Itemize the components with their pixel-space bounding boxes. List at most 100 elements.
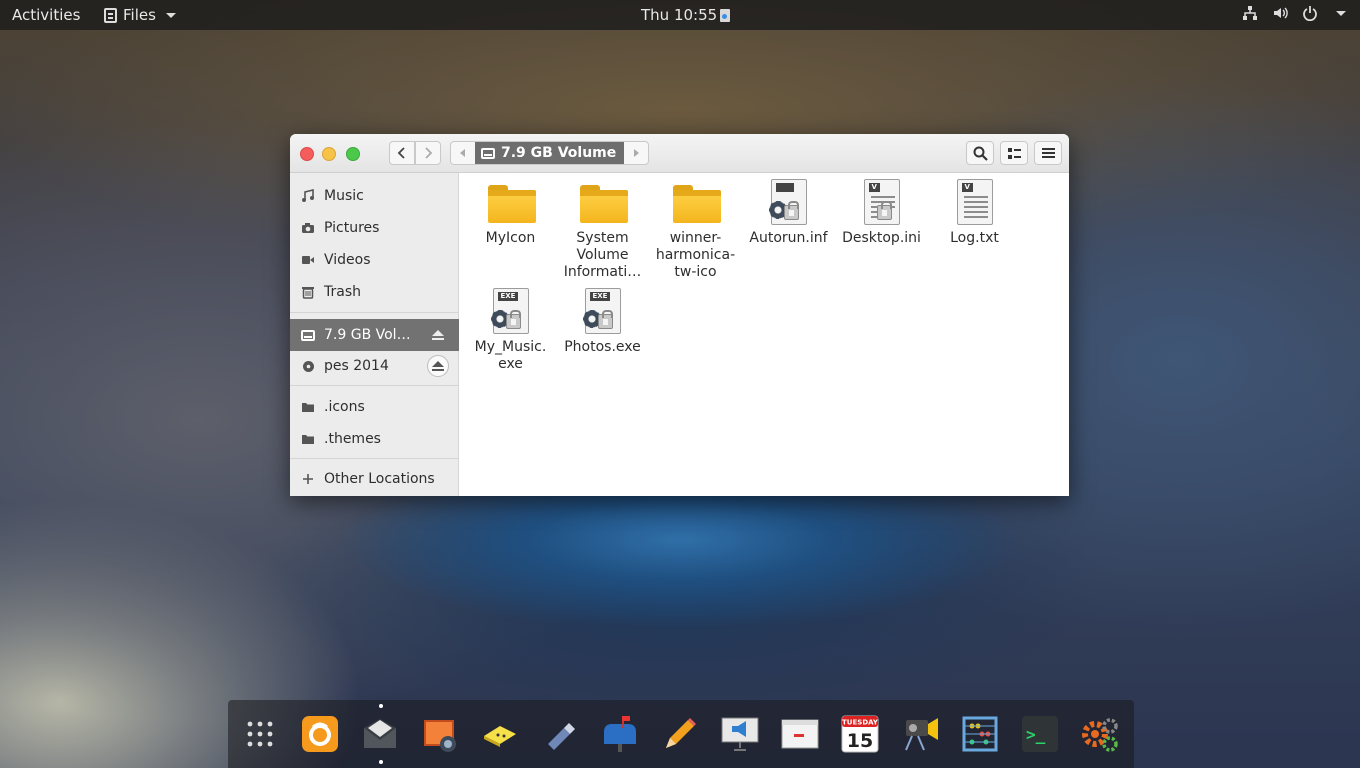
sidebar-item-pictures[interactable]: Pictures	[290, 212, 459, 244]
drive-icon	[481, 147, 495, 159]
chevron-down-icon	[165, 12, 176, 18]
path-segment-current[interactable]: 7.9 GB Volume	[475, 142, 625, 164]
firefox-icon[interactable]	[300, 714, 340, 754]
clock-label: Thu 10:55	[641, 6, 718, 24]
forward-button[interactable]	[415, 141, 441, 165]
sidebar-divider	[290, 312, 459, 313]
sidebar-divider	[290, 458, 459, 459]
sidebar-item-label: .icons	[324, 399, 365, 415]
search-button[interactable]	[966, 141, 994, 165]
sidebar-item-themes[interactable]: .themes	[290, 423, 459, 455]
executable-file-icon: EXE	[577, 288, 629, 336]
sticky-notes-icon[interactable]	[480, 714, 520, 754]
sidebar-divider	[290, 385, 459, 386]
sidebar-item-videos[interactable]: Videos	[290, 244, 459, 276]
trash-icon	[301, 285, 315, 299]
lock-icon	[876, 201, 892, 220]
video-editor-icon[interactable]	[900, 714, 940, 754]
hamburger-icon	[1041, 148, 1055, 158]
file-badge: EXE	[589, 292, 611, 301]
activities-button[interactable]: Activities	[12, 6, 80, 24]
triangle-left-icon	[460, 149, 465, 157]
presentation-icon[interactable]	[720, 714, 760, 754]
sidebar-item-icons[interactable]: .icons	[290, 391, 459, 423]
lock-icon	[505, 310, 521, 329]
back-button[interactable]	[389, 141, 415, 165]
notification-icon	[720, 8, 731, 22]
maximize-window-button[interactable]	[346, 147, 360, 161]
path-scroll-left-button[interactable]	[451, 142, 475, 164]
sidebar-item-label: Music	[324, 188, 364, 204]
dock: TUESDAY 15 >_	[228, 700, 1134, 768]
file-item-system-volume-information[interactable]: System Volume Informati…	[556, 179, 649, 281]
sidebar-item-music[interactable]: Music	[290, 180, 459, 212]
close-window-button[interactable]	[300, 147, 314, 161]
file-name: Desktop.ini	[842, 230, 921, 246]
eject-button[interactable]	[427, 324, 449, 346]
file-badge: V	[868, 183, 880, 192]
path-bar: 7.9 GB Volume	[450, 141, 650, 165]
view-options-button[interactable]	[1000, 141, 1028, 165]
sidebar-item-other-locations[interactable]: Other Locations	[290, 463, 459, 495]
app-menu[interactable]: Files	[104, 6, 176, 24]
eject-icon	[432, 329, 444, 340]
sidebar-item-label: 7.9 GB Vol…	[324, 327, 411, 343]
text-file-icon: V	[949, 179, 1001, 227]
file-name: Log.txt	[950, 230, 999, 246]
image-viewer-icon[interactable]	[420, 714, 460, 754]
file-item-photos-exe[interactable]: EXE Photos.exe	[556, 288, 649, 356]
folder-icon	[577, 179, 629, 227]
path-scroll-right-button[interactable]	[624, 142, 648, 164]
file-item-log-txt[interactable]: V Log.txt	[928, 179, 1021, 247]
file-grid: MyIcon System Volume Informati… winner- …	[460, 173, 1069, 496]
list-view-icon	[1007, 147, 1021, 159]
search-icon	[973, 146, 988, 161]
file-manager-window: 7.9 GB Volume Music Pictures Videos Tras…	[290, 134, 1069, 496]
sidebar-item-trash[interactable]: Trash	[290, 276, 459, 308]
eject-icon	[432, 360, 444, 371]
app-menu-label: Files	[123, 6, 156, 24]
sidebar: Music Pictures Videos Trash 7.9 GB Vol…	[290, 173, 459, 496]
sidebar-item-volume[interactable]: 7.9 GB Vol…	[290, 319, 459, 351]
camera-icon	[301, 221, 315, 235]
sidebar-item-label: Pictures	[324, 220, 380, 236]
text-file-icon: V	[856, 179, 908, 227]
file-item-winner-harmonica-tw-ico[interactable]: winner- harmonica- tw-ico	[649, 179, 742, 281]
terminal-icon[interactable]: >_	[1020, 714, 1060, 754]
app-grid-icon[interactable]	[240, 714, 280, 754]
hamburger-menu-button[interactable]	[1034, 141, 1062, 165]
settings-icon[interactable]	[1080, 714, 1120, 754]
executable-file-icon: EXE	[485, 288, 537, 336]
lock-icon	[597, 310, 613, 329]
file-item-desktop-ini[interactable]: V Desktop.ini	[835, 179, 928, 247]
file-item-my-music-exe[interactable]: EXE My_Music. exe	[464, 288, 557, 373]
triangle-right-icon	[634, 149, 640, 157]
calendar-day: 15	[847, 730, 873, 752]
file-item-myicon[interactable]: MyIcon	[464, 179, 557, 247]
document-viewer-icon[interactable]	[780, 714, 820, 754]
sidebar-item-pes-2014[interactable]: pes 2014	[290, 350, 459, 382]
file-name: harmonica-	[655, 247, 736, 263]
calendar-icon[interactable]: TUESDAY 15	[840, 714, 880, 754]
abacus-icon[interactable]	[960, 714, 1000, 754]
chevron-right-icon	[425, 147, 433, 159]
header-bar: 7.9 GB Volume	[290, 134, 1069, 173]
file-name: winner-	[669, 230, 722, 246]
file-item-autorun-inf[interactable]: Autorun.inf	[742, 179, 835, 247]
settings-file-icon	[763, 179, 815, 227]
top-bar: Activities Files Thu 10:55	[0, 0, 1360, 30]
mail-icon[interactable]	[360, 714, 400, 754]
sidebar-item-label: Other Locations	[324, 471, 435, 487]
power-icon	[1303, 6, 1317, 21]
eject-button[interactable]	[427, 355, 449, 377]
plus-icon	[301, 472, 315, 486]
terminal-prompt: >_	[1026, 725, 1046, 744]
pencil-icon[interactable]	[660, 714, 700, 754]
usb-drive-icon[interactable]	[540, 714, 580, 754]
minimize-window-button[interactable]	[322, 147, 336, 161]
clock[interactable]: Thu 10:55	[641, 6, 731, 24]
file-badge: EXE	[497, 292, 519, 301]
network-icon	[1243, 6, 1257, 20]
mailbox-icon[interactable]	[600, 714, 640, 754]
system-tray[interactable]	[1242, 5, 1346, 21]
